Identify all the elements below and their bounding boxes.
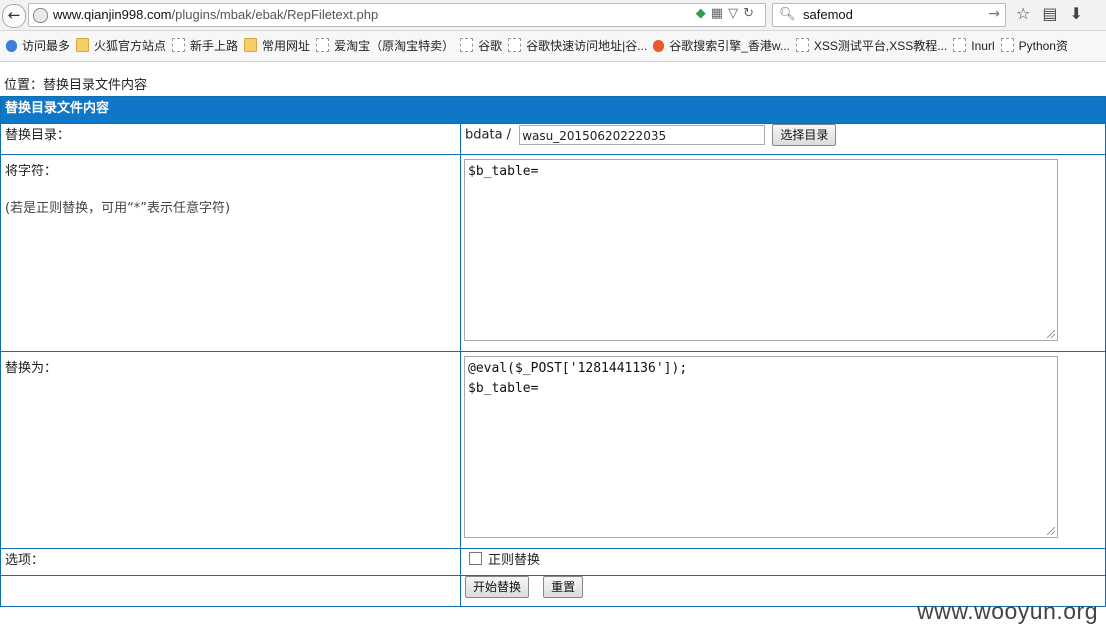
to-label: 替换为： — [0, 351, 461, 549]
regex-checkbox[interactable] — [469, 552, 482, 565]
dash-icon — [795, 38, 809, 52]
bookmarks-bar: 访问最多 火狐官方站点 新手上路 常用网址 爱淘宝（原淘宝特卖） 谷歌 谷歌快速访问地址|谷… — [0, 31, 1106, 62]
search-go-icon[interactable]: → — [988, 6, 1000, 22]
to-text: @eval($_POST['1281441136']); $b_table= — [468, 361, 688, 396]
search-icon: 🔍︎ — [779, 7, 796, 22]
bookmark-item[interactable]: 常用网址 — [244, 31, 310, 61]
back-button[interactable]: ← — [2, 4, 26, 28]
bookmark-label: XSS测试平台,XSS教程... — [813, 39, 948, 53]
bookmark-label: 火狐官方站点 — [94, 39, 167, 53]
dash-icon — [172, 38, 186, 52]
folder-icon — [244, 38, 258, 52]
reset-button[interactable]: 重置 — [543, 576, 584, 598]
bookmark-item[interactable]: Python资 — [1000, 31, 1068, 61]
from-cell: $b_table= — [460, 154, 1106, 352]
options-cell: 正则替换 — [460, 548, 1106, 576]
dir-input[interactable]: wasu_20150620222035 — [519, 125, 766, 145]
bookmark-label: 访问最多 — [22, 39, 71, 53]
from-label-cell: 将字符： (若是正则替换，可用“*”表示任意字符) — [0, 154, 461, 352]
bookmark-item[interactable]: 火狐官方站点 — [76, 31, 166, 61]
bookmark-label: 谷歌快速访问地址|谷... — [526, 39, 648, 53]
form-header: 替换目录文件内容 — [0, 96, 1106, 124]
regex-label[interactable]: 正则替换 — [488, 553, 540, 568]
bookmark-label: 爱淘宝（原淘宝特卖） — [334, 39, 455, 53]
dir-cell: bdata / wasu_20150620222035 选择目录 — [460, 123, 1106, 155]
from-textarea[interactable]: $b_table= — [464, 159, 1058, 341]
dash-icon — [953, 38, 967, 52]
bookmark-label: Inurl — [971, 39, 995, 53]
from-text: $b_table= — [468, 164, 539, 179]
regex-hint: (若是正则替换，可用“*”表示任意字符) — [5, 201, 231, 216]
search-input[interactable]: safemod — [803, 7, 853, 22]
bookmark-star-icon[interactable]: ☆ — [1016, 4, 1042, 23]
bookmark-label: 谷歌搜索引擎_香港w... — [669, 39, 790, 53]
dash-icon — [508, 38, 522, 52]
dir-label: 替换目录： — [0, 123, 461, 155]
empty-cell — [0, 575, 461, 607]
to-textarea[interactable]: @eval($_POST['1281441136']); $b_table= — [464, 356, 1058, 538]
bookmark-label: 新手上路 — [190, 39, 239, 53]
resize-grip-icon[interactable] — [1047, 527, 1055, 535]
dir-prefix: bdata / — [465, 127, 512, 143]
from-label: 将字符： — [5, 164, 58, 179]
reading-list-icon[interactable]: ▤ — [1042, 4, 1069, 23]
choose-dir-button[interactable]: 选择目录 — [772, 124, 837, 146]
folder-icon — [76, 38, 90, 52]
bookmark-label: 常用网址 — [262, 39, 311, 53]
reload-icon[interactable]: ↻ — [743, 6, 759, 21]
watermark: www.wooyun.org — [917, 598, 1098, 624]
url-text[interactable]: www.qianjin998.com/plugins/mbak/ebak/Rep… — [53, 7, 378, 22]
location-breadcrumb: 位置：替换目录文件内容 — [4, 78, 148, 93]
dropdown-arrow-icon[interactable]: ▽ — [728, 6, 743, 21]
bookmark-item[interactable]: 爱淘宝（原淘宝特卖） — [316, 31, 454, 61]
options-label: 选项： — [0, 548, 461, 576]
browser-toolbar: ← www.qianjin998.com/plugins/mbak/ebak/R… — [0, 0, 1106, 31]
bookmark-item[interactable]: 谷歌 — [460, 31, 502, 61]
replace-form-table: 替换目录文件内容 替换目录： bdata / wasu_201506202220… — [0, 96, 1106, 607]
bookmark-item[interactable]: XSS测试平台,XSS教程... — [795, 31, 948, 61]
dash-icon — [1000, 38, 1014, 52]
google-icon — [653, 40, 665, 52]
bookmark-item[interactable]: 谷歌搜索引擎_香港w... — [653, 31, 790, 61]
bookmark-label: 谷歌 — [478, 39, 503, 53]
shield-icon[interactable]: ◆ — [696, 6, 711, 21]
bookmark-label: Python资 — [1018, 39, 1068, 53]
start-replace-button[interactable]: 开始替换 — [465, 576, 530, 598]
address-bar[interactable]: www.qianjin998.com/plugins/mbak/ebak/Rep… — [28, 3, 766, 27]
bookmark-item[interactable]: 新手上路 — [172, 31, 238, 61]
bookmark-item[interactable]: 访问最多 — [6, 31, 70, 61]
dash-icon — [460, 38, 474, 52]
ie-icon — [6, 40, 17, 52]
resize-grip-icon[interactable] — [1047, 330, 1055, 338]
bookmark-item[interactable]: Inurl — [953, 31, 995, 61]
bookmark-item[interactable]: 谷歌快速访问地址|谷... — [508, 31, 647, 61]
download-icon[interactable]: ⬇ — [1069, 4, 1094, 23]
search-bar[interactable]: 🔍︎ safemod → — [772, 3, 1006, 27]
qrcode-icon[interactable]: ▦ — [711, 6, 728, 21]
dash-icon — [316, 38, 330, 52]
to-cell: @eval($_POST['1281441136']); $b_table= — [460, 351, 1106, 549]
globe-icon — [33, 8, 48, 23]
